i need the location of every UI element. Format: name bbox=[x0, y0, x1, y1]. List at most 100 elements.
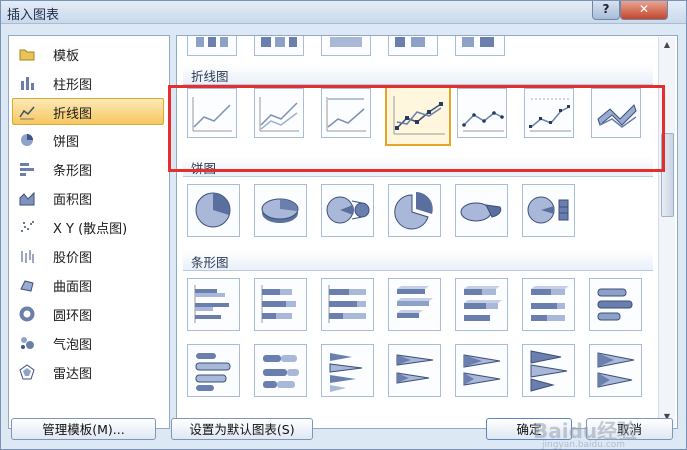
surface-chart-icon bbox=[20, 280, 34, 292]
sidebar-item-bubble[interactable]: 气泡图 bbox=[13, 330, 163, 355]
pie-chart-icon bbox=[21, 134, 33, 146]
bar-thumb-14[interactable] bbox=[589, 344, 642, 397]
3d-column-icon bbox=[196, 37, 228, 47]
sidebar-item-label: 气泡图 bbox=[53, 338, 93, 353]
sidebar-item-label: 柱形图 bbox=[53, 78, 93, 93]
pie-thumb-1[interactable] bbox=[187, 184, 240, 237]
sidebar-item-surface[interactable]: 曲面图 bbox=[13, 272, 163, 297]
bar-thumb-6[interactable] bbox=[522, 278, 575, 331]
sidebar-item-area[interactable]: 面积图 bbox=[13, 185, 163, 210]
help-button[interactable]: ? bbox=[592, 1, 620, 20]
sidebar-item-label: 股价图 bbox=[53, 251, 93, 266]
sidebar-item-line[interactable]: 折线图 bbox=[12, 98, 164, 125]
pyramid-stacked-bar-icon bbox=[597, 352, 635, 388]
percent-bar-icon bbox=[328, 285, 366, 323]
sidebar-item-label: 模板 bbox=[53, 49, 80, 64]
bar-of-pie-icon bbox=[527, 196, 569, 224]
pyramid-bar-icon bbox=[530, 350, 568, 392]
column-chart-icon bbox=[21, 77, 34, 90]
clustered-bar-icon bbox=[194, 285, 229, 323]
section-title: 折线图 bbox=[191, 69, 229, 84]
bar-thumb-5[interactable] bbox=[455, 278, 508, 331]
stacked-bar-icon bbox=[261, 285, 296, 323]
sidebar-item-radar[interactable]: 雷达图 bbox=[13, 359, 163, 384]
sidebar-item-label: 面积图 bbox=[53, 193, 93, 208]
sidebar-item-template[interactable]: 模板 bbox=[13, 41, 163, 66]
bar-chart-icon bbox=[20, 163, 34, 176]
pie-thumb-2[interactable] bbox=[254, 184, 307, 237]
bubble-chart-icon bbox=[21, 337, 34, 349]
title-bar[interactable]: 插入图表 ? ✕ bbox=[1, 1, 686, 24]
bar-thumb-12[interactable] bbox=[455, 344, 508, 397]
chart-thumb[interactable] bbox=[187, 36, 237, 56]
sidebar-item-label: 圆环图 bbox=[53, 309, 93, 324]
3d-column-icon bbox=[395, 37, 425, 47]
sidebar-item-column[interactable]: 柱形图 bbox=[13, 70, 163, 95]
bar-thumb-1[interactable] bbox=[187, 278, 240, 331]
chart-thumb[interactable] bbox=[321, 36, 371, 56]
sidebar-item-pie[interactable]: 饼图 bbox=[13, 127, 163, 152]
cone-bar-icon bbox=[329, 353, 363, 392]
sidebar-item-scatter[interactable]: X Y (散点图) bbox=[13, 214, 163, 239]
pie-of-pie-icon bbox=[326, 196, 370, 224]
bar-thumb-8[interactable] bbox=[187, 344, 240, 397]
bar-thumb-11[interactable] bbox=[388, 344, 441, 397]
sidebar-item-label: 雷达图 bbox=[53, 367, 93, 382]
pie-thumb-6[interactable] bbox=[522, 184, 575, 237]
pie-thumb-4[interactable] bbox=[388, 184, 441, 237]
line-chart-icon bbox=[19, 106, 35, 120]
area-chart-icon bbox=[19, 191, 35, 206]
pie-thumb-3[interactable] bbox=[321, 184, 374, 237]
cylinder-bar-icon bbox=[597, 288, 633, 321]
section-header-bar: 条形图 bbox=[183, 250, 653, 271]
cone-percent-bar-icon bbox=[463, 354, 501, 386]
bar-thumb-4[interactable] bbox=[388, 278, 441, 331]
sidebar-item-label: 条形图 bbox=[53, 164, 93, 179]
bar-thumb-3[interactable] bbox=[321, 278, 374, 331]
sidebar-item-label: 折线图 bbox=[53, 107, 93, 122]
highlight-box bbox=[168, 85, 665, 172]
bar-thumb-2[interactable] bbox=[254, 278, 307, 331]
section-title: 条形图 bbox=[191, 255, 229, 270]
stock-chart-icon bbox=[21, 250, 34, 263]
doughnut-chart-icon bbox=[19, 306, 35, 322]
cylinder-stacked-bar-icon bbox=[263, 355, 299, 388]
3d-clustered-bar-icon bbox=[397, 286, 433, 318]
3d-exploded-pie-icon bbox=[460, 202, 502, 222]
close-button[interactable]: ✕ bbox=[620, 1, 668, 20]
pie-thumb-5[interactable] bbox=[455, 184, 508, 237]
cone-stacked-bar-icon bbox=[396, 354, 434, 384]
set-default-chart-button[interactable]: 设置为默认图表(S) bbox=[171, 418, 313, 440]
bar-thumb-7[interactable] bbox=[589, 278, 642, 331]
sidebar-item-label: X Y (散点图) bbox=[53, 222, 128, 237]
manage-templates-button[interactable]: 管理模板(M)... bbox=[11, 418, 156, 440]
3d-percent-bar-icon bbox=[531, 286, 569, 321]
exploded-pie-icon bbox=[394, 192, 433, 230]
scroll-up-icon[interactable]: ▲ bbox=[661, 39, 673, 51]
bar-thumb-13[interactable] bbox=[522, 344, 575, 397]
sidebar-item-doughnut[interactable]: 圆环图 bbox=[13, 301, 163, 326]
sidebar-item-label: 曲面图 bbox=[53, 280, 93, 295]
chart-thumb[interactable] bbox=[455, 36, 505, 56]
section-header-line: 折线图 bbox=[183, 64, 653, 85]
sidebar-item-label: 饼图 bbox=[53, 135, 80, 150]
sidebar-item-bar[interactable]: 条形图 bbox=[13, 156, 163, 181]
dialog-title: 插入图表 bbox=[7, 8, 60, 23]
pie-icon bbox=[195, 192, 231, 228]
cylinder-clustered-bar-icon bbox=[195, 353, 231, 391]
bar-thumb-9[interactable] bbox=[254, 344, 307, 397]
insert-chart-dialog: 插入图表 ? ✕ 模板 柱形图 折线图 饼图 条形图 面积图 X Y (散点图)… bbox=[0, 0, 687, 450]
3d-pie-icon bbox=[261, 198, 299, 223]
bar-thumb-10[interactable] bbox=[321, 344, 374, 397]
chart-thumb[interactable] bbox=[388, 36, 438, 56]
3d-column-icon bbox=[462, 37, 494, 47]
3d-column-icon bbox=[330, 37, 362, 47]
scatter-chart-icon bbox=[21, 221, 34, 232]
folder-icon bbox=[19, 49, 35, 61]
sidebar-item-stock[interactable]: 股价图 bbox=[13, 243, 163, 268]
watermark-subtext: jingyan.baidu.com bbox=[542, 440, 626, 450]
chart-type-list: 模板 柱形图 折线图 饼图 条形图 面积图 X Y (散点图) 股价图 曲面图 … bbox=[8, 35, 170, 429]
3d-column-icon bbox=[261, 37, 297, 47]
chart-thumb[interactable] bbox=[254, 36, 304, 56]
radar-chart-icon bbox=[19, 364, 35, 380]
